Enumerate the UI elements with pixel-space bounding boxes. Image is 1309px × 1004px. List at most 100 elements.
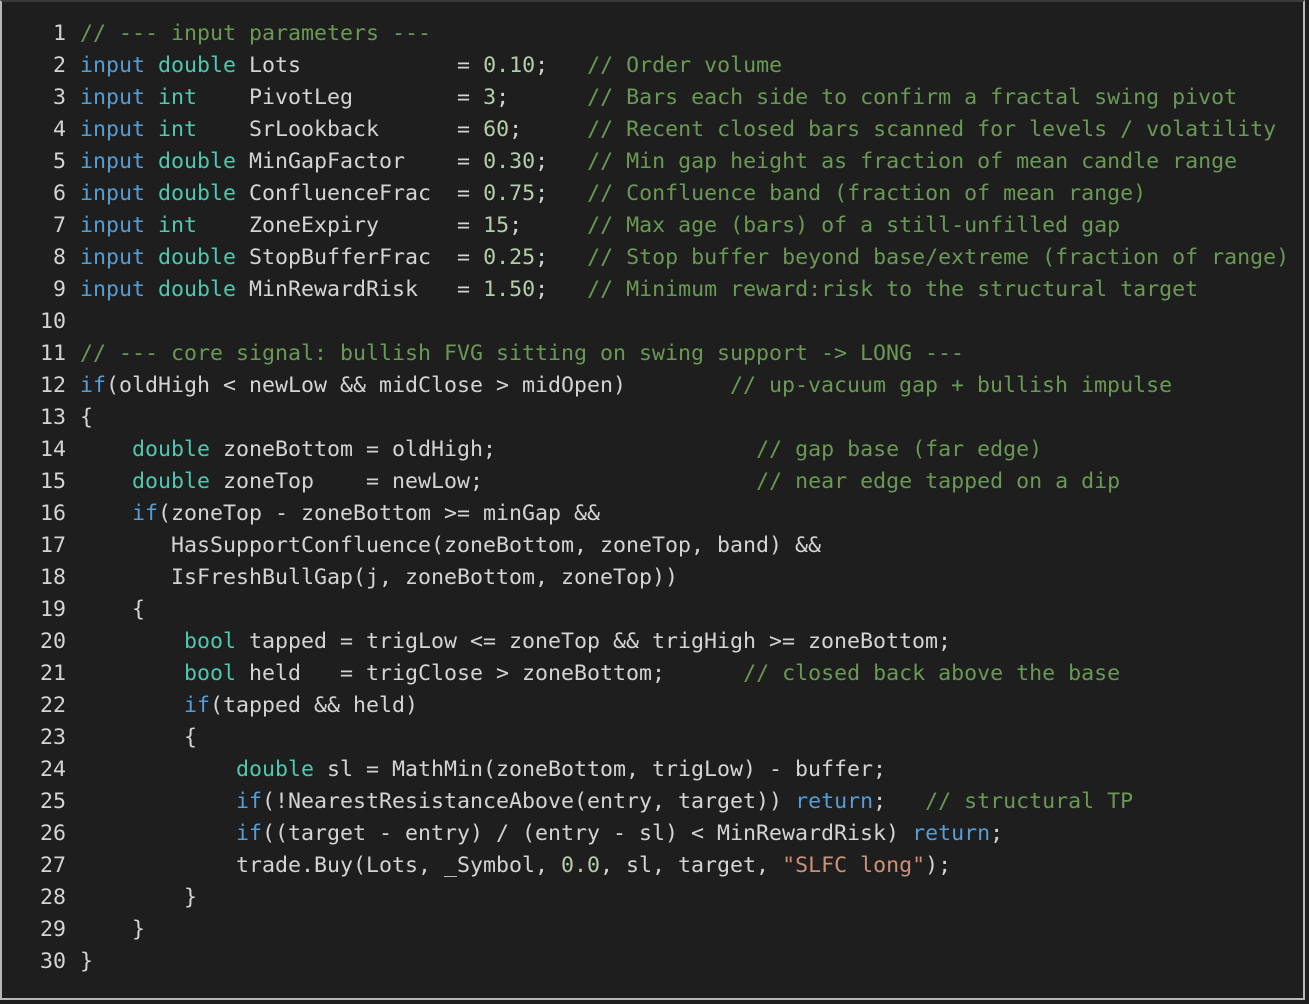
number-token: 0.25 <box>483 245 536 270</box>
text-token: trade.Buy(Lots, _Symbol, <box>80 853 562 878</box>
line-source[interactable]: input int ZoneExpiry = 15; // Max age (b… <box>80 210 1120 242</box>
line-source[interactable]: input int PivotLeg = 3; // Bars each sid… <box>80 82 1237 114</box>
comment-token: // Bars each side to confirm a fractal s… <box>587 85 1238 110</box>
line-source[interactable]: double sl = MathMin(zoneBottom, trigLow)… <box>80 754 886 786</box>
code-block[interactable]: 1 // --- input parameters --- 2 input doubl… <box>2 18 1289 978</box>
code-line[interactable]: 14 double zoneBottom = oldHigh; // gap b… <box>2 434 1289 466</box>
code-line[interactable]: 21 bool held = trigClose > zoneBottom; /… <box>2 658 1289 690</box>
code-line[interactable]: 10 <box>2 306 1289 338</box>
line-number: 10 <box>39 309 66 334</box>
comment-token: // structural TP <box>925 789 1134 814</box>
code-line[interactable]: 6 input double ConfluenceFrac = 0.75; // … <box>2 178 1289 210</box>
line-source[interactable]: HasSupportConfluence(zoneBottom, zoneTop… <box>80 530 821 562</box>
line-source[interactable]: input double MinGapFactor = 0.30; // Min… <box>80 146 1237 178</box>
type-token: double <box>158 277 237 302</box>
text-token: ; <box>535 245 588 270</box>
code-line[interactable]: 3 input int PivotLeg = 3; // Bars each si… <box>2 82 1289 114</box>
comment-token: // Minimum reward:risk to the structural… <box>587 277 1199 302</box>
line-source[interactable]: trade.Buy(Lots, _Symbol, 0.0, sl, target… <box>80 850 951 882</box>
text-token: (oldHigh < newLow && midClose > midOpen) <box>106 373 731 398</box>
code-line[interactable]: 17 HasSupportConfluence(zoneBottom, zone… <box>2 530 1289 562</box>
line-source[interactable]: // --- core signal: bullish FVG sitting … <box>80 338 964 370</box>
text-token: SrLookback = <box>197 117 484 142</box>
line-source[interactable]: double zoneBottom = oldHigh; // gap base… <box>80 434 1042 466</box>
line-source[interactable]: { <box>80 402 93 434</box>
code-line[interactable]: 22 if(tapped && held) <box>2 690 1289 722</box>
code-line[interactable]: 16 if(zoneTop - zoneBottom >= minGap && <box>2 498 1289 530</box>
line-source[interactable]: // --- input parameters --- <box>80 18 431 50</box>
code-line[interactable]: 26 if((target - entry) / (entry - sl) < … <box>2 818 1289 850</box>
line-source[interactable]: } <box>80 946 93 978</box>
line-source[interactable]: double zoneTop = newLow; // near edge ta… <box>80 466 1120 498</box>
line-source[interactable]: { <box>80 722 197 754</box>
line-source[interactable]: input double Lots = 0.10; // Order volum… <box>80 50 782 82</box>
line-source[interactable]: input double StopBufferFrac = 0.25; // S… <box>80 242 1289 274</box>
text-token: { <box>80 597 146 622</box>
code-line[interactable]: 18 IsFreshBullGap(j, zoneBottom, zoneTop… <box>2 562 1289 594</box>
line-source[interactable]: { <box>80 594 145 626</box>
code-line[interactable]: 25 if(!NearestResistanceAbove(entry, tar… <box>2 786 1289 818</box>
code-line[interactable]: 11 // --- core signal: bullish FVG sittin… <box>2 338 1289 370</box>
line-source[interactable]: input double MinRewardRisk = 1.50; // Mi… <box>80 274 1198 306</box>
code-line[interactable]: 8 input double StopBufferFrac = 0.25; // … <box>2 242 1289 274</box>
line-source[interactable]: if(tapped && held) <box>80 690 418 722</box>
code-line[interactable]: 1 // --- input parameters --- <box>2 18 1289 50</box>
code-line[interactable]: 23 { <box>2 722 1289 754</box>
line-source[interactable]: input int SrLookback = 60; // Recent clo… <box>80 114 1276 146</box>
keyword-token: return <box>795 789 874 814</box>
code-editor[interactable]: 1 // --- input parameters --- 2 input doubl… <box>0 0 1305 1000</box>
text-token: StopBufferFrac = <box>236 245 484 270</box>
comment-token: // --- input parameters --- <box>80 21 432 46</box>
line-number: 26 <box>39 821 66 846</box>
text-token: held = trigClose > zoneBottom; <box>236 661 744 686</box>
line-number: 23 <box>39 725 66 750</box>
keyword-token: input <box>80 85 146 110</box>
code-line[interactable]: 29 } <box>2 914 1289 946</box>
code-line[interactable]: 28 } <box>2 882 1289 914</box>
line-source[interactable]: bool held = trigClose > zoneBottom; // c… <box>80 658 1120 690</box>
code-line[interactable]: 9 input double MinRewardRisk = 1.50; // M… <box>2 274 1289 306</box>
code-line[interactable]: 2 input double Lots = 0.10; // Order volu… <box>2 50 1289 82</box>
text-token: ; <box>535 149 588 174</box>
number-token: 1.50 <box>483 277 536 302</box>
text-token: (zoneTop - zoneBottom >= minGap && <box>158 501 601 526</box>
line-source[interactable]: if(!NearestResistanceAbove(entry, target… <box>80 786 1133 818</box>
comment-token: // closed back above the base <box>743 661 1121 686</box>
type-token: double <box>236 757 315 782</box>
line-source[interactable]: IsFreshBullGap(j, zoneBottom, zoneTop)) <box>80 562 678 594</box>
code-line[interactable]: 27 trade.Buy(Lots, _Symbol, 0.0, sl, tar… <box>2 850 1289 882</box>
line-source[interactable]: if((target - entry) / (entry - sl) < Min… <box>80 818 1003 850</box>
code-line[interactable]: 30} <box>2 946 1289 978</box>
code-line[interactable]: 15 double zoneTop = newLow; // near edge… <box>2 466 1289 498</box>
line-source[interactable]: if(zoneTop - zoneBottom >= minGap && <box>80 498 600 530</box>
code-line[interactable]: 20 bool tapped = trigLow <= zoneTop && t… <box>2 626 1289 658</box>
number-token: 0.30 <box>483 149 536 174</box>
text-token: ; <box>873 789 926 814</box>
comment-token: // up-vacuum gap + bullish impulse <box>730 373 1173 398</box>
code-line[interactable]: 4 input int SrLookback = 60; // Recent cl… <box>2 114 1289 146</box>
code-line[interactable]: 19 { <box>2 594 1289 626</box>
line-source[interactable]: } <box>80 914 145 946</box>
text-token: tapped = trigLow <= zoneTop && trigHigh … <box>236 629 952 654</box>
line-number: 2 <box>52 53 66 78</box>
code-line[interactable]: 5 input double MinGapFactor = 0.30; // Mi… <box>2 146 1289 178</box>
code-line[interactable]: 24 double sl = MathMin(zoneBottom, trigL… <box>2 754 1289 786</box>
code-line[interactable]: 13 { <box>2 402 1289 434</box>
code-line[interactable]: 7 input int ZoneExpiry = 15; // Max age (… <box>2 210 1289 242</box>
code-line[interactable]: 12 if(oldHigh < newLow && midClose > midO… <box>2 370 1289 402</box>
line-source[interactable]: if(oldHigh < newLow && midClose > midOpe… <box>80 370 1172 402</box>
line-source[interactable]: } <box>80 882 197 914</box>
comment-token: // Confluence band (fraction of mean ran… <box>587 181 1147 206</box>
comment-token: // gap base (far edge) <box>756 437 1043 462</box>
line-source[interactable]: bool tapped = trigLow <= zoneTop && trig… <box>80 626 951 658</box>
text-token: ; <box>509 213 588 238</box>
text-token: zoneTop = newLow; <box>210 469 757 494</box>
line-source[interactable]: input double ConfluenceFrac = 0.75; // C… <box>80 178 1146 210</box>
